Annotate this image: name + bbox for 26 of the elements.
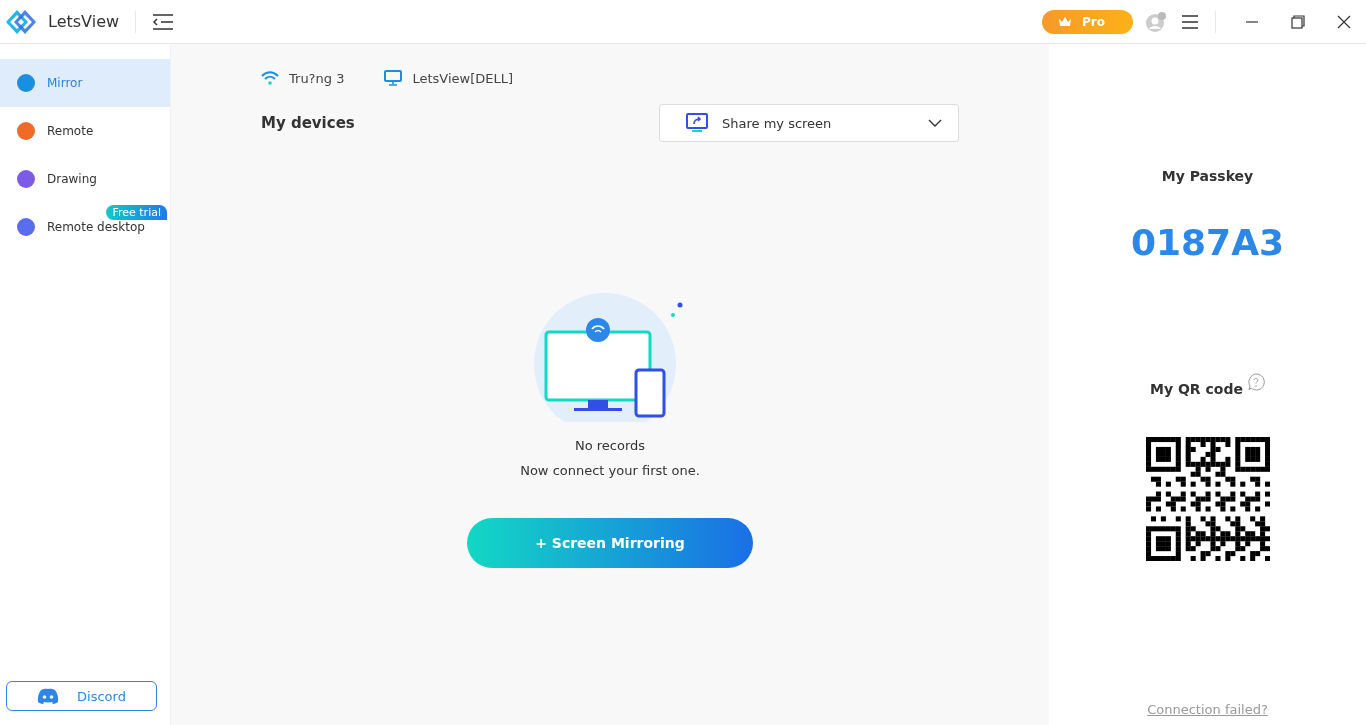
discord-icon — [37, 688, 60, 704]
share-screen-icon — [686, 113, 708, 133]
monitor-icon — [384, 70, 403, 86]
empty-title: No records — [574, 438, 646, 453]
share-screen-dropdown[interactable]: Share my screen — [659, 104, 959, 142]
crown-icon — [1058, 15, 1073, 28]
passkey-code: 0187A3 — [1130, 222, 1285, 263]
sidebar-item[interactable]: Mirror — [0, 59, 170, 107]
chevron-down-icon — [928, 119, 942, 127]
sidebar-item[interactable]: Free trial Remote desktop — [0, 203, 170, 251]
wifi-name: Tru?ng 3 — [289, 70, 345, 86]
passkey-label: My Passkey — [1161, 168, 1254, 184]
empty-message: Now connect your first one. — [520, 463, 700, 478]
app-name: LetsView — [48, 12, 120, 31]
free-trial-badge: Free trial — [106, 205, 167, 220]
qr-code-label: My QR code — [1150, 381, 1243, 397]
screen-mirroring-button[interactable]: + Screen Mirroring — [467, 518, 753, 568]
discord-button[interactable]: Discord — [6, 681, 157, 711]
wifi-icon — [261, 71, 279, 85]
sidebar-item[interactable]: Remote — [0, 107, 170, 155]
sidebar-item[interactable]: Drawing — [0, 155, 170, 203]
pro-button[interactable]: Pro — [1042, 9, 1133, 34]
connection-failed-link[interactable]: Connection failed? — [1147, 702, 1268, 717]
collapse-menu-icon[interactable] — [152, 11, 175, 32]
device-name: LetsView[DELL] — [412, 70, 513, 86]
section-title: My devices — [261, 114, 355, 132]
